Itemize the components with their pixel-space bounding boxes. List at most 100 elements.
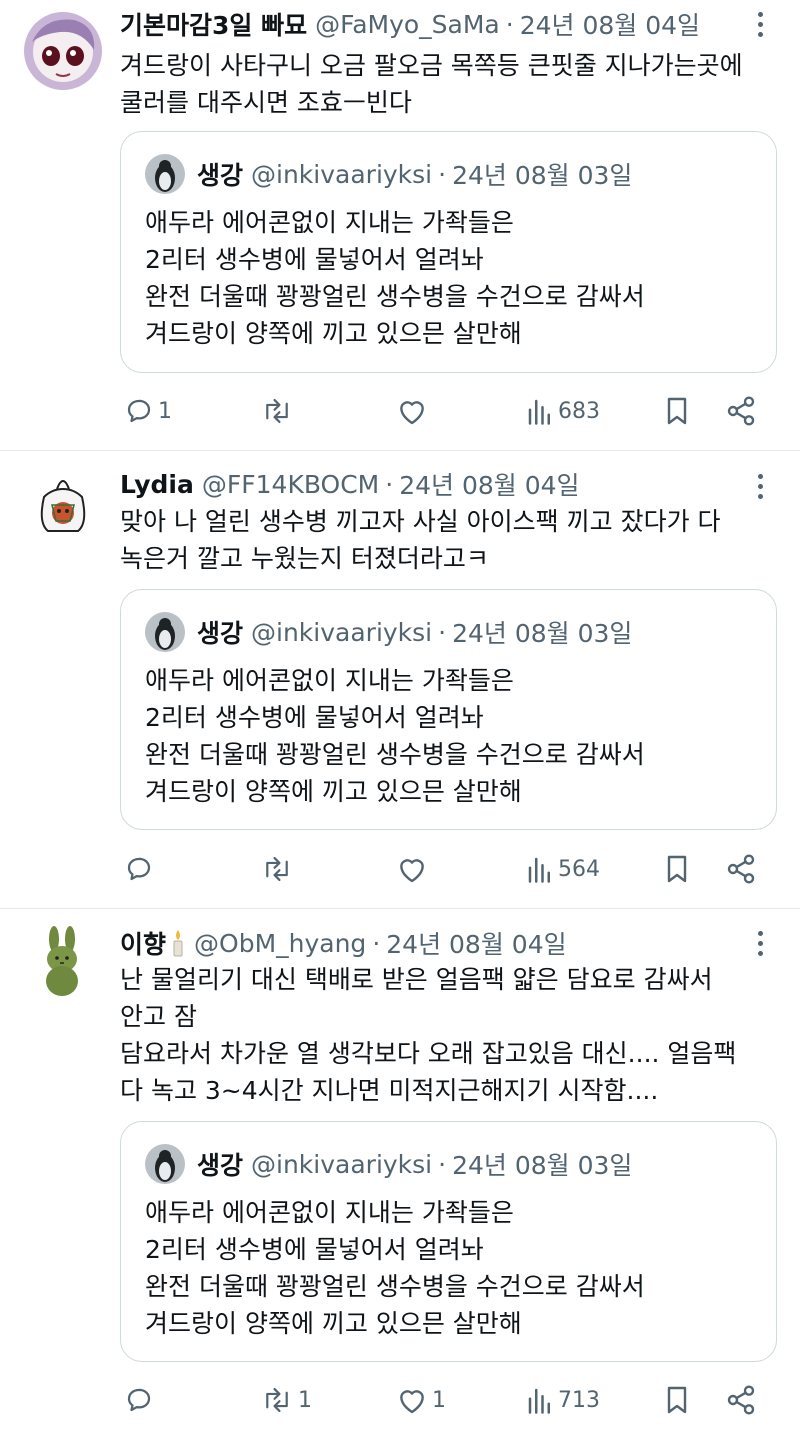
share-icon: [725, 853, 757, 885]
quoted-avatar: [145, 612, 185, 652]
post-text-line: 담요라서 차가운 열 생각보다 오래 잡고있음 대신.... 얼음팩: [120, 1039, 737, 1068]
reply-icon: [124, 854, 154, 884]
more-icon[interactable]: [748, 469, 772, 503]
post-text-line: 겨드랑이 사타구니 오금 팔오금 목쪽등 큰핏줄 지나가는곳에: [120, 51, 743, 80]
bookmark-icon: [663, 395, 691, 427]
share-button[interactable]: [725, 391, 757, 431]
post-header: 기본마감3일 빠묘 @FaMyo_SaMa · 24년 08월 04일: [120, 7, 740, 41]
quoted-handle: @inkivaariyksi: [251, 617, 433, 647]
quoted-date: 24년 08월 03일: [452, 619, 633, 648]
more-icon[interactable]: [748, 7, 772, 41]
action-bar: 1 1 713: [120, 1380, 780, 1420]
post-text: 난 물얼리기 대신 택배로 받은 얼음팩 얇은 담요로 감싸서 안고 잠 담요라…: [120, 961, 780, 1109]
share-icon: [725, 395, 757, 427]
view-count: 564: [558, 856, 600, 882]
like-button[interactable]: [396, 849, 432, 889]
quoted-display-name: 생강: [197, 1151, 244, 1180]
quoted-text-line: 애두라 에어콘없이 지내는 가좍들은: [145, 1198, 514, 1227]
avatar[interactable]: [24, 923, 102, 1001]
avatar[interactable]: [24, 12, 102, 90]
display-name[interactable]: 기본마감3일 빠묘: [120, 7, 307, 41]
separator-dot: ·: [385, 469, 394, 499]
post-date[interactable]: 24년 08월 04일: [386, 926, 566, 960]
quoted-avatar: [145, 154, 185, 194]
reply-button[interactable]: 1: [124, 391, 172, 431]
more-icon[interactable]: [748, 926, 772, 960]
candle-icon: [170, 928, 186, 958]
quoted-text: 애두라 에어콘없이 지내는 가좍들은 2리터 생수병에 물넣어서 얼려놔 완전 …: [145, 662, 645, 810]
user-handle[interactable]: @FF14KBOCM: [202, 470, 379, 499]
share-button[interactable]: [725, 849, 757, 889]
quoted-display-name: 생강: [197, 161, 244, 190]
quoted-text-line: 애두라 에어콘없이 지내는 가좍들은: [145, 208, 514, 237]
post-2[interactable]: Lydia @FF14KBOCM · 24년 08월 04일 맞아 나 얼린 생…: [0, 451, 800, 908]
reply-button[interactable]: [124, 849, 158, 889]
post-date[interactable]: 24년 08월 04일: [520, 7, 700, 41]
bookmark-button[interactable]: [663, 849, 691, 889]
quoted-text-line: 겨드랑이 양쪽에 끼고 있으믄 살만해: [145, 777, 522, 806]
quoted-text-line: 완전 더울때 꽝꽝얼린 생수병을 수건으로 감싸서: [145, 1272, 645, 1301]
post-text-line: 녹은거 깔고 누웠는지 터졌더라고ㅋ: [120, 544, 489, 573]
post-text: 겨드랑이 사타구니 오금 팔오금 목쪽등 큰핏줄 지나가는곳에 쿨러를 대주시면…: [120, 47, 780, 121]
repost-button[interactable]: [260, 849, 298, 889]
share-button[interactable]: [725, 1380, 757, 1420]
like-count: 1: [432, 1387, 446, 1413]
quoted-date: 24년 08월 03일: [452, 1151, 633, 1180]
reply-icon: [124, 1385, 154, 1415]
quoted-text-line: 2리터 생수병에 물넣어서 얼려놔: [145, 703, 484, 732]
post-text-line: 안고 잠: [120, 1002, 197, 1031]
post-header: Lydia @FF14KBOCM · 24년 08월 04일: [120, 467, 740, 501]
repost-button[interactable]: [260, 391, 298, 431]
avatar[interactable]: [24, 465, 102, 543]
views-icon: [526, 854, 554, 884]
user-handle[interactable]: @ObM_hyang: [194, 929, 366, 958]
bookmark-icon: [663, 853, 691, 885]
separator-dot: ·: [372, 928, 381, 958]
quoted-handle: @inkivaariyksi: [251, 1149, 433, 1179]
quoted-date: 24년 08월 03일: [452, 161, 633, 190]
heart-icon: [396, 396, 428, 426]
post-text-line: 다 녹고 3~4시간 지나면 미적지근해지기 시작함....: [120, 1076, 659, 1105]
quoted-post[interactable]: 생강 @inkivaariyksi · 24년 08월 03일 애두라 에어콘없…: [120, 1121, 777, 1362]
reply-button[interactable]: [124, 1380, 158, 1420]
post-text-line: 난 물얼리기 대신 택배로 받은 얼음팩 얇은 담요로 감싸서: [120, 965, 713, 994]
views-button[interactable]: 683: [526, 391, 600, 431]
quoted-header: 생강 @inkivaariyksi · 24년 08월 03일: [145, 612, 632, 652]
view-count: 683: [558, 398, 600, 424]
reply-icon: [124, 396, 154, 426]
post-date[interactable]: 24년 08월 04일: [399, 467, 579, 501]
display-name[interactable]: 이향: [120, 926, 166, 960]
separator-dot: ·: [505, 9, 514, 39]
like-button[interactable]: [396, 391, 432, 431]
quoted-header: 생강 @inkivaariyksi · 24년 08월 03일: [145, 1144, 632, 1184]
post-3[interactable]: 이향 @ObM_hyang · 24년 08월 04일 난 물얼리기 대신 택배…: [0, 909, 800, 1432]
quoted-text: 애두라 에어콘없이 지내는 가좍들은 2리터 생수병에 물넣어서 얼려놔 완전 …: [145, 204, 645, 352]
post-1[interactable]: 기본마감3일 빠묘 @FaMyo_SaMa · 24년 08월 04일 겨드랑이…: [0, 0, 800, 450]
quoted-header: 생강 @inkivaariyksi · 24년 08월 03일: [145, 154, 632, 194]
quoted-text-line: 2리터 생수병에 물넣어서 얼려놔: [145, 245, 484, 274]
quoted-handle: @inkivaariyksi: [251, 159, 433, 189]
quoted-text-line: 애두라 에어콘없이 지내는 가좍들은: [145, 666, 514, 695]
views-icon: [526, 396, 554, 426]
views-button[interactable]: 564: [526, 849, 600, 889]
quoted-text-line: 겨드랑이 양쪽에 끼고 있으믄 살만해: [145, 1309, 522, 1338]
views-button[interactable]: 713: [526, 1380, 600, 1420]
bookmark-button[interactable]: [663, 1380, 691, 1420]
repost-icon: [260, 854, 294, 884]
bookmark-icon: [663, 1384, 691, 1416]
quoted-post[interactable]: 생강 @inkivaariyksi · 24년 08월 03일 애두라 에어콘없…: [120, 589, 777, 830]
heart-icon: [396, 854, 428, 884]
action-bar: 1 683: [120, 391, 780, 431]
user-handle[interactable]: @FaMyo_SaMa: [315, 10, 500, 39]
display-name[interactable]: Lydia: [120, 470, 194, 499]
quoted-post[interactable]: 생강 @inkivaariyksi · 24년 08월 03일 애두라 에어콘없…: [120, 131, 777, 373]
action-bar: 564: [120, 849, 780, 889]
repost-count: 1: [298, 1387, 312, 1413]
reply-count: 1: [158, 398, 172, 424]
bookmark-button[interactable]: [663, 391, 691, 431]
like-button[interactable]: 1: [396, 1380, 446, 1420]
repost-icon: [260, 396, 294, 426]
view-count: 713: [558, 1387, 600, 1413]
separator-dot: ·: [438, 159, 447, 189]
repost-button[interactable]: 1: [260, 1380, 312, 1420]
